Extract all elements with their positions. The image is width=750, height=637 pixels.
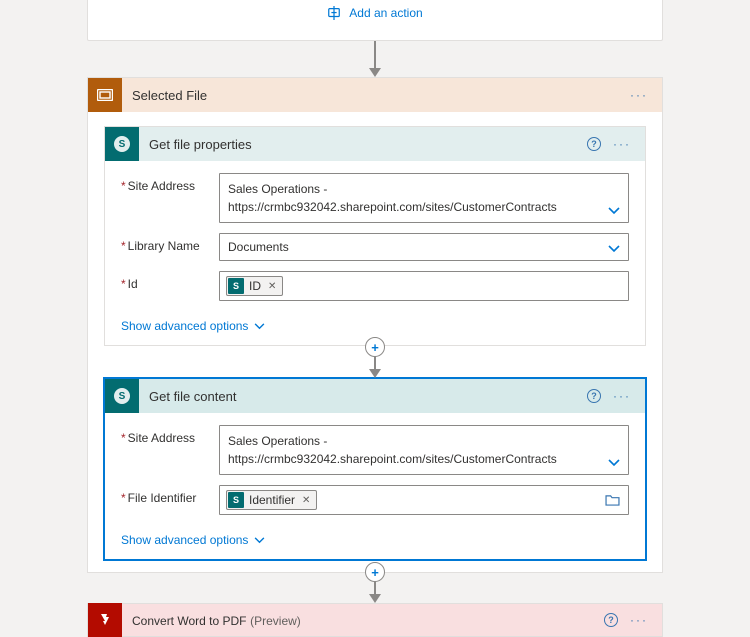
action-header[interactable]: S Get file properties ? ··· <box>105 127 645 161</box>
insert-step-button[interactable]: + <box>365 562 385 582</box>
scope-icon <box>88 78 122 112</box>
action-header[interactable]: S Get file content ? ··· <box>105 379 645 413</box>
chevron-down-icon <box>608 459 620 467</box>
chevron-down-icon <box>254 323 265 330</box>
action-menu-icon[interactable]: ··· <box>628 613 650 627</box>
scope-selected-file: Selected File ··· S Get file properties … <box>87 77 663 573</box>
remove-token-icon[interactable]: ✕ <box>302 495 310 506</box>
sharepoint-icon: S <box>105 379 139 413</box>
dynamic-token-identifier[interactable]: S Identifier ✕ <box>226 490 317 510</box>
action-title: Get file properties <box>139 137 587 152</box>
connector-arrow: + <box>369 573 381 603</box>
file-identifier-input[interactable]: S Identifier ✕ <box>219 485 629 515</box>
id-input[interactable]: S ID ✕ <box>219 271 629 301</box>
site-address-label: *Site Address <box>121 173 219 193</box>
chevron-down-icon <box>608 207 620 215</box>
add-action-button[interactable]: Add an action <box>88 0 662 26</box>
sharepoint-token-icon: S <box>228 278 244 294</box>
site-address-dropdown[interactable]: Sales Operations - https://crmbc932042.s… <box>219 425 629 475</box>
scope-body: S Get file properties ? ··· *Site Addres… <box>88 112 662 572</box>
file-identifier-label: *File Identifier <box>121 485 219 505</box>
add-action-label: Add an action <box>349 6 422 20</box>
id-label: *Id <box>121 271 219 291</box>
action-title: Convert Word to PDF (Preview) <box>122 613 604 628</box>
adobe-icon <box>88 603 122 637</box>
action-get-file-properties: S Get file properties ? ··· *Site Addres… <box>104 126 646 346</box>
inner-connector-arrow: + <box>369 348 381 378</box>
flow-column: Add an action Selected File ··· <box>87 0 663 637</box>
sharepoint-icon: S <box>105 127 139 161</box>
chevron-down-icon <box>254 537 265 544</box>
site-address-dropdown[interactable]: Sales Operations - https://crmbc932042.s… <box>219 173 629 223</box>
folder-picker-icon[interactable] <box>605 494 620 506</box>
help-icon[interactable]: ? <box>587 389 601 403</box>
action-menu-icon[interactable]: ··· <box>611 137 633 151</box>
flow-canvas: Add an action Selected File ··· <box>0 0 750 580</box>
site-address-label: *Site Address <box>121 425 219 445</box>
scope-title: Selected File <box>122 88 628 103</box>
library-name-dropdown[interactable]: Documents <box>219 233 629 261</box>
remove-token-icon[interactable]: ✕ <box>268 281 276 292</box>
library-name-label: *Library Name <box>121 233 219 253</box>
add-action-icon <box>327 6 341 20</box>
show-advanced-toggle[interactable]: Show advanced options <box>105 533 645 559</box>
scope-header[interactable]: Selected File ··· <box>88 78 662 112</box>
connector-arrow <box>369 41 381 77</box>
action-title: Get file content <box>139 389 587 404</box>
action-menu-icon[interactable]: ··· <box>611 389 633 403</box>
action-convert-word-to-pdf[interactable]: Convert Word to PDF (Preview) ? ··· <box>87 603 663 637</box>
scope-menu-icon[interactable]: ··· <box>628 88 650 102</box>
chevron-down-icon <box>608 245 620 253</box>
prior-scope-card-bottom: Add an action <box>87 0 663 41</box>
sharepoint-token-icon: S <box>228 492 244 508</box>
help-icon[interactable]: ? <box>604 613 618 627</box>
dynamic-token-id[interactable]: S ID ✕ <box>226 276 283 296</box>
help-icon[interactable]: ? <box>587 137 601 151</box>
action-get-file-content: S Get file content ? ··· *Site Address S… <box>104 378 646 560</box>
insert-step-button[interactable]: + <box>365 337 385 357</box>
